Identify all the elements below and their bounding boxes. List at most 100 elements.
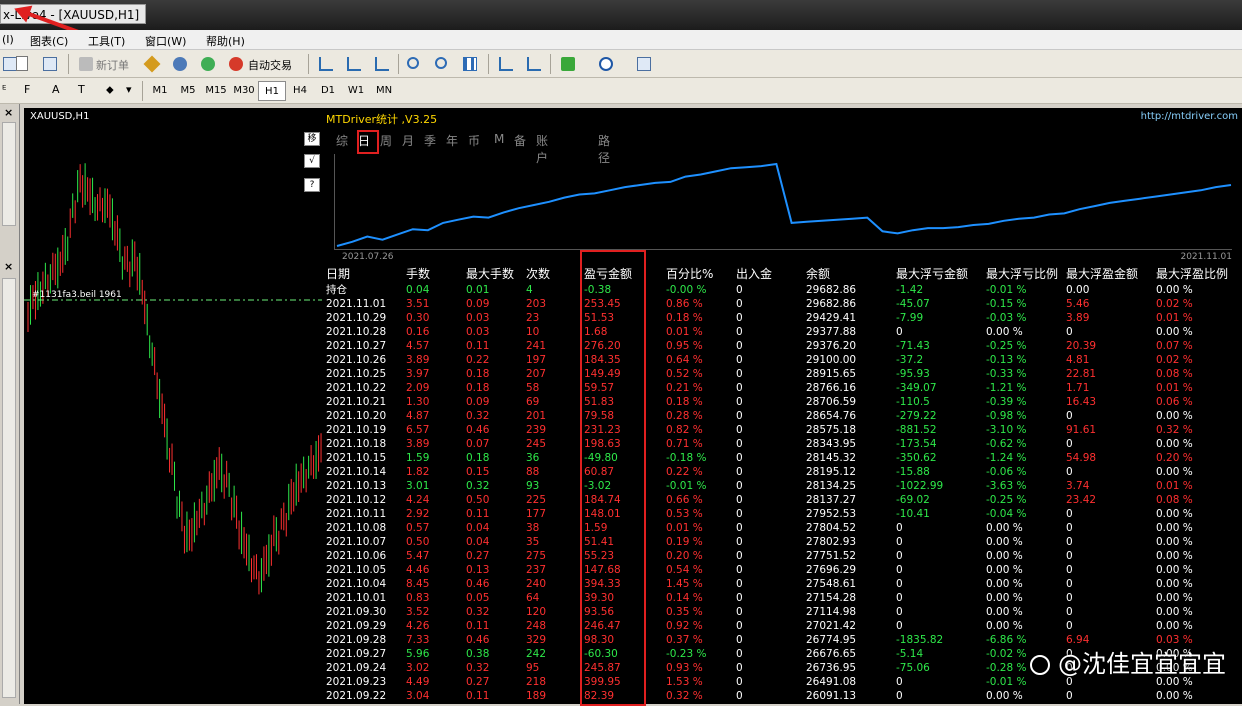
toolbar-separator bbox=[68, 54, 69, 74]
toolbar-separator bbox=[550, 54, 551, 74]
table-row: 2021.10.19 6.57 0.46 239 231.23 0.82 % 0 28575.… bbox=[326, 423, 1240, 437]
help-button[interactable]: ? bbox=[304, 178, 320, 192]
timeframe-d1[interactable]: D1 bbox=[314, 81, 342, 101]
text-label-tool[interactable]: T bbox=[78, 83, 85, 96]
community-button[interactable] bbox=[170, 54, 190, 74]
column-header-10[interactable]: 最大浮盈金额 bbox=[1066, 265, 1156, 282]
timeframe-m5[interactable]: M5 bbox=[174, 81, 202, 101]
column-header-8[interactable]: 最大浮亏金额 bbox=[896, 265, 986, 282]
table-cell: 2021.09.27 bbox=[326, 648, 387, 660]
table-row: 2021.10.13 3.01 0.32 93 -3.02 -0.01 % 0 28134.2… bbox=[326, 479, 1240, 493]
table-cell: 0 bbox=[736, 578, 743, 590]
panel-url-link[interactable]: http://mtdriver.com bbox=[1141, 111, 1238, 122]
menu-item-help[interactable]: 帮助(H) bbox=[206, 33, 245, 49]
column-header-9[interactable]: 最大浮亏比例 bbox=[986, 265, 1066, 282]
close-icon[interactable]: × bbox=[4, 106, 13, 119]
menu-item-tools[interactable]: 工具(T) bbox=[88, 33, 125, 49]
column-header-2[interactable]: 最大手数 bbox=[466, 265, 526, 282]
table-cell: 0 bbox=[896, 606, 903, 618]
tab-6[interactable]: 币 bbox=[468, 132, 480, 149]
tab-3[interactable]: 月 bbox=[402, 132, 414, 149]
timeframe-h4[interactable]: H4 bbox=[286, 81, 314, 101]
table-cell: 0.00 % bbox=[986, 592, 1023, 604]
zoom-out-button[interactable] bbox=[432, 54, 452, 74]
column-header-7[interactable]: 余额 bbox=[806, 265, 896, 282]
tab-0[interactable]: 综 bbox=[336, 132, 348, 149]
scrollbar[interactable] bbox=[2, 122, 16, 226]
table-cell: 69 bbox=[526, 396, 540, 408]
table-cell: 0.00 % bbox=[986, 550, 1023, 562]
column-header-3[interactable]: 次数 bbox=[526, 265, 584, 282]
bar-chart-button[interactable] bbox=[316, 54, 336, 74]
templates-button[interactable] bbox=[634, 54, 654, 74]
table-cell: 0 bbox=[1066, 620, 1073, 632]
table-cell: 0.22 bbox=[466, 354, 490, 366]
tab-2[interactable]: 周 bbox=[380, 132, 392, 149]
diamond-icon bbox=[143, 55, 161, 73]
table-cell: 2021.10.11 bbox=[326, 508, 387, 520]
tab-4[interactable]: 季 bbox=[424, 132, 436, 149]
close-icon[interactable]: × bbox=[4, 260, 13, 273]
column-header-11[interactable]: 最大浮盈比例 bbox=[1156, 265, 1240, 282]
tile-windows-button[interactable] bbox=[460, 54, 480, 74]
periods-button[interactable] bbox=[596, 54, 616, 74]
autoscroll-button[interactable] bbox=[496, 54, 516, 74]
column-header-1[interactable]: 手数 bbox=[406, 265, 466, 282]
tab-7[interactable]: M bbox=[494, 132, 504, 146]
table-cell: 2021.10.08 bbox=[326, 522, 387, 534]
zoom-in-button[interactable] bbox=[404, 54, 424, 74]
timeframe-w1[interactable]: W1 bbox=[342, 81, 370, 101]
price-chart[interactable]: XAUUSD,H1 #1131fa3.beil 1961 bbox=[24, 108, 322, 704]
metaeditor-button[interactable] bbox=[142, 54, 162, 74]
column-header-6[interactable]: 出入金 bbox=[736, 265, 806, 282]
table-cell: 0.54 % bbox=[666, 564, 703, 576]
timeframe-m1[interactable]: M1 bbox=[146, 81, 174, 101]
line-chart-button[interactable] bbox=[372, 54, 392, 74]
text-tool[interactable]: A bbox=[52, 83, 60, 96]
table-row: 持仓 0.04 0.01 4 -0.38 -0.00 % 0 29682.86 -1.42 -0.… bbox=[326, 282, 1240, 297]
new-order-button[interactable]: 新订单 bbox=[96, 57, 129, 73]
timeframe-mn[interactable]: MN bbox=[370, 81, 398, 101]
auto-trade-icon bbox=[229, 57, 243, 71]
menu-item-window[interactable]: 窗口(W) bbox=[145, 33, 186, 49]
move-button[interactable]: 移 bbox=[304, 132, 320, 146]
timeframe-m15[interactable]: M15 bbox=[202, 81, 230, 101]
table-cell: 0 bbox=[896, 536, 903, 548]
chevron-down-icon[interactable]: ▾ bbox=[126, 83, 132, 96]
table-cell: 0.00 % bbox=[1156, 690, 1193, 702]
check-button[interactable]: √ bbox=[304, 154, 320, 168]
table-cell: 0 bbox=[736, 634, 743, 646]
table-cell: 0.00 % bbox=[1156, 522, 1193, 534]
scrollbar[interactable] bbox=[2, 278, 16, 698]
table-cell: 5.96 bbox=[406, 648, 430, 660]
tester-button[interactable] bbox=[40, 54, 60, 74]
tab-8[interactable]: 备 bbox=[514, 132, 526, 149]
navigator-button[interactable] bbox=[12, 54, 32, 74]
candle-chart-button[interactable] bbox=[344, 54, 364, 74]
auto-trade-button[interactable]: 自动交易 bbox=[248, 57, 292, 73]
chart-shift-button[interactable] bbox=[524, 54, 544, 74]
auto-trade-icon-button[interactable] bbox=[226, 54, 246, 74]
new-order-icon-button[interactable] bbox=[76, 54, 96, 74]
timeframe-h1[interactable]: H1 bbox=[258, 81, 286, 101]
column-header-5[interactable]: 百分比% bbox=[666, 265, 736, 282]
mtdriver-stats-panel: MTDriver统计 ,V3.25 http://mtdriver.com 移 … bbox=[304, 108, 1242, 706]
fibo-tool[interactable]: F bbox=[24, 83, 30, 96]
signals-button[interactable] bbox=[198, 54, 218, 74]
table-cell: 2021.10.26 bbox=[326, 354, 387, 366]
table-cell: 0.01 % bbox=[1156, 382, 1193, 394]
menu-item-chart[interactable]: 图表(C) bbox=[30, 33, 68, 49]
table-cell: 3.01 bbox=[406, 480, 430, 492]
timeframe-m30[interactable]: M30 bbox=[230, 81, 258, 101]
table-cell: 2021.09.30 bbox=[326, 606, 387, 618]
table-cell: -0.01 % bbox=[666, 480, 707, 492]
table-cell: 189 bbox=[526, 690, 547, 702]
arrows-tool[interactable]: ⬥ bbox=[106, 83, 114, 97]
table-cell: 0 bbox=[1066, 326, 1073, 338]
curve-end-date: 2021.11.01 bbox=[1180, 252, 1232, 262]
cursor-tool[interactable]: ᴱ bbox=[2, 83, 6, 96]
column-header-0[interactable]: 日期 bbox=[326, 265, 406, 282]
indicators-button[interactable] bbox=[558, 54, 578, 74]
menu-item-0[interactable]: (I) bbox=[2, 33, 14, 46]
tab-5[interactable]: 年 bbox=[446, 132, 458, 149]
